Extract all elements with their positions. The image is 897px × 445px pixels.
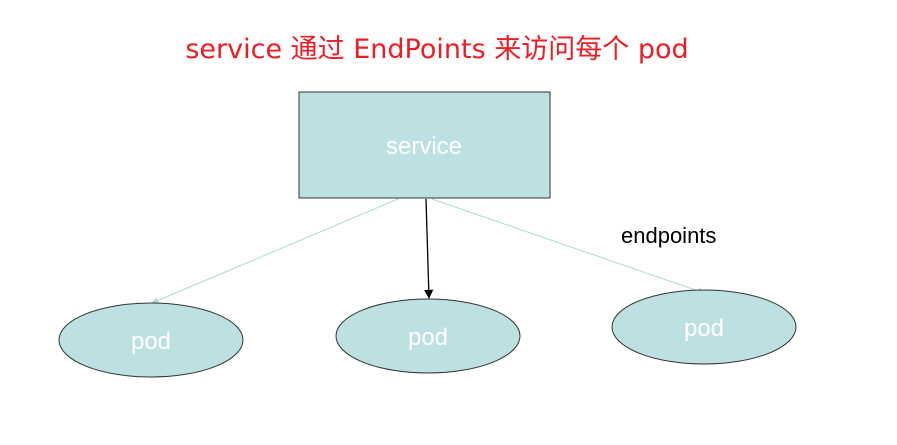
diagram-svg: service 通过 EndPoints 来访问每个 pod service p… [58,34,797,378]
service-label: service [386,133,462,160]
pod-label: pod [684,315,724,342]
pod-node-right: pod [611,289,797,365]
pod-node-middle: pod [335,298,521,374]
arrow-service-to-pod-left [151,198,399,304]
pod-label: pod [131,328,171,355]
service-node: service [298,91,551,199]
diagram-canvas: service 通过 EndPoints 来访问每个 pod service p… [0,0,897,445]
diagram-title: service 通过 EndPoints 来访问每个 pod [185,34,688,65]
pod-label: pod [408,324,448,351]
arrow-service-to-pod-middle [424,198,434,299]
pod-node-left: pod [58,302,244,378]
endpoints-label: endpoints [621,223,716,248]
